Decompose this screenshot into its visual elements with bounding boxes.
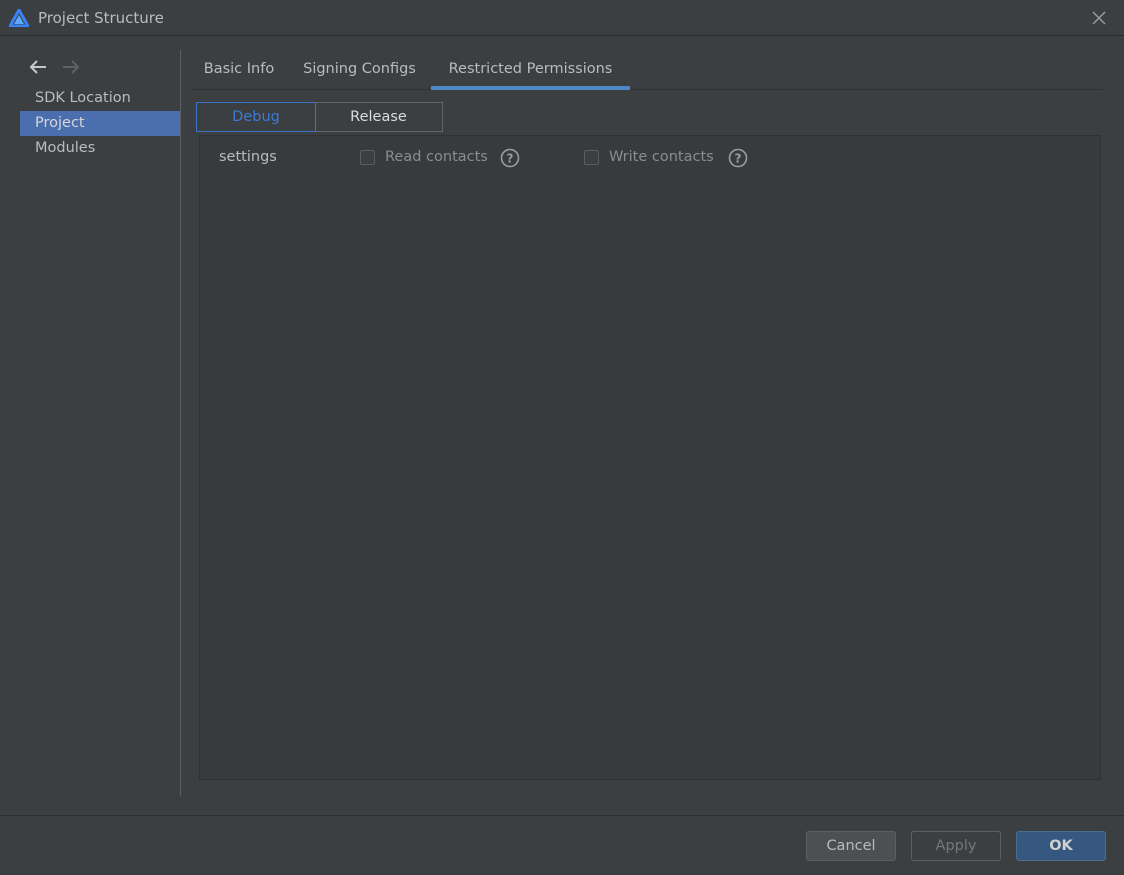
arrow-right-icon[interactable] xyxy=(61,58,81,76)
sidebar-item-modules[interactable]: Modules xyxy=(20,136,180,161)
question-circle-icon[interactable]: ? xyxy=(728,148,748,168)
apply-button[interactable]: Apply xyxy=(911,831,1001,861)
svg-text:?: ? xyxy=(507,152,514,166)
release-segment-button[interactable]: Release xyxy=(315,102,443,132)
tab-basic-info[interactable]: Basic Info xyxy=(191,50,287,90)
sidebar-list: SDK Location Project Modules xyxy=(20,86,180,161)
build-type-segmented-control: Debug Release xyxy=(196,102,443,132)
debug-segment-button[interactable]: Debug xyxy=(196,102,316,132)
sidebar: SDK Location Project Modules xyxy=(0,36,180,796)
close-icon[interactable] xyxy=(1090,9,1108,27)
window-title: Project Structure xyxy=(38,9,164,27)
sidebar-item-project[interactable]: Project xyxy=(20,111,180,136)
tab-signing-configs[interactable]: Signing Configs xyxy=(287,50,432,90)
project-structure-dialog: Project Structure SDK Location Project M… xyxy=(0,0,1124,875)
tab-restricted-permissions[interactable]: Restricted Permissions xyxy=(431,50,630,90)
tab-bar: Basic Info Signing Configs Restricted Pe… xyxy=(191,50,1103,90)
arrow-left-icon[interactable] xyxy=(28,58,48,76)
sidebar-item-sdk-location[interactable]: SDK Location xyxy=(20,86,180,111)
permissions-panel: settings Read contacts ? Write contacts … xyxy=(199,135,1101,780)
module-label: settings xyxy=(219,149,277,165)
write-contacts-checkbox[interactable] xyxy=(584,150,599,165)
app-logo-icon xyxy=(9,9,29,27)
sidebar-divider[interactable] xyxy=(180,50,181,796)
read-contacts-checkbox[interactable] xyxy=(360,150,375,165)
read-contacts-label[interactable]: Read contacts xyxy=(385,149,488,165)
question-circle-icon[interactable]: ? xyxy=(500,148,520,168)
svg-text:?: ? xyxy=(735,152,742,166)
title-bar: Project Structure xyxy=(0,0,1124,36)
write-contacts-label[interactable]: Write contacts xyxy=(609,149,714,165)
ok-button[interactable]: OK xyxy=(1016,831,1106,861)
cancel-button[interactable]: Cancel xyxy=(806,831,896,861)
footer-divider xyxy=(0,815,1124,816)
